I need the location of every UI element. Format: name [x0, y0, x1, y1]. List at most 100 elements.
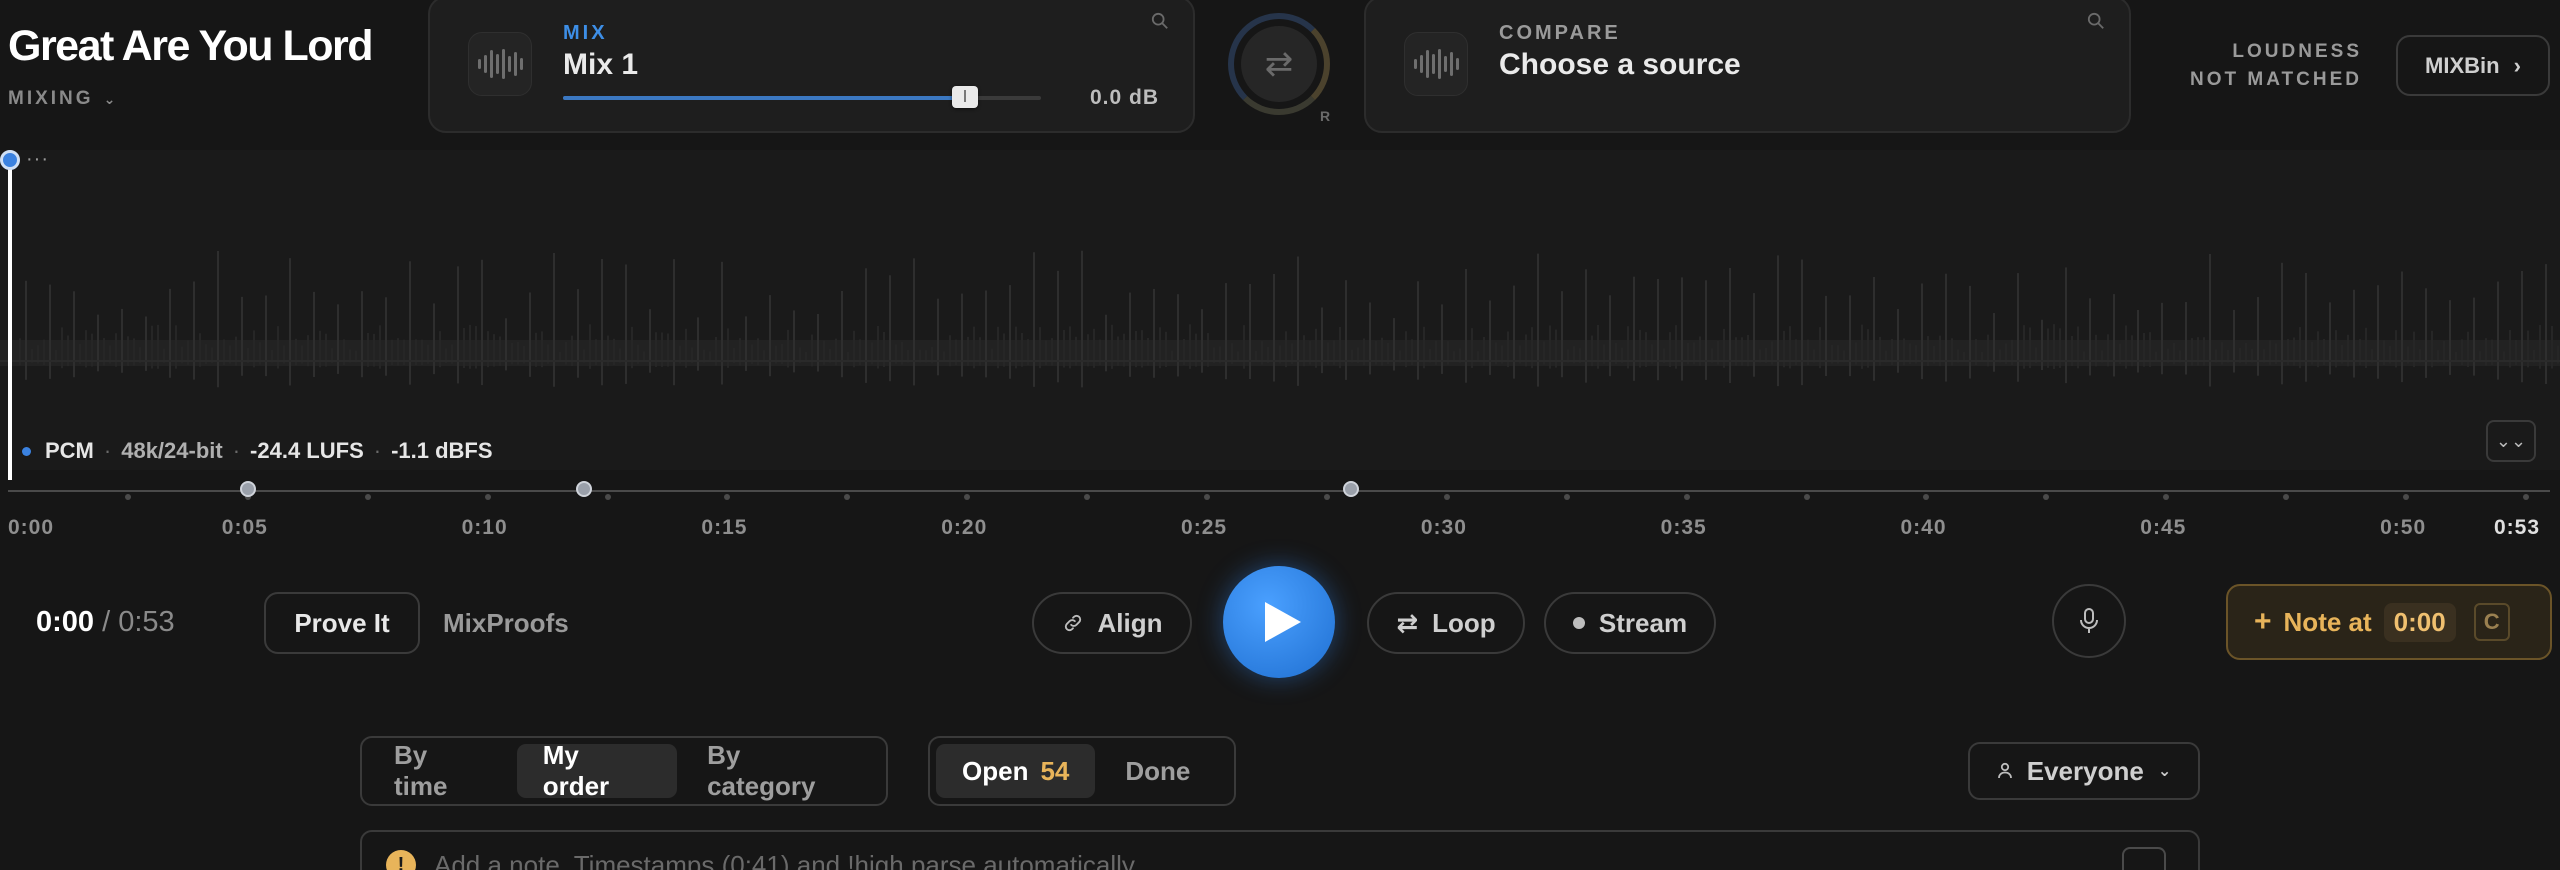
timeline-tick-label: 0:05 [221, 516, 268, 539]
open-count-badge: 54 [1040, 755, 1070, 786]
align-button[interactable]: Align [1032, 592, 1192, 654]
timeline-tick-label: 0:20 [941, 516, 988, 539]
gain-fader[interactable] [563, 86, 1041, 108]
timeline-tick-label: 0:00 [8, 516, 55, 539]
timeline-tick-label: 0:15 [701, 516, 748, 539]
swap-sources-button[interactable]: ⇄ [1228, 13, 1330, 115]
gain-fader-fill [563, 96, 965, 100]
timeline-tick-label: 0:30 [1420, 516, 1467, 539]
status-segmented-control: Open 54 Done [928, 736, 1236, 806]
timeline-minor-tick [1683, 494, 1690, 500]
prove-it-button[interactable]: Prove It [264, 592, 420, 654]
comment-marker[interactable] [239, 481, 256, 497]
timeline-minor-tick [1443, 494, 1450, 500]
timeline-minor-tick [1084, 494, 1091, 500]
comment-marker[interactable] [575, 481, 592, 497]
link-icon [1064, 614, 1081, 632]
status-open[interactable]: Open 54 [936, 744, 1096, 798]
sort-by-category[interactable]: By category [681, 740, 880, 801]
status-done[interactable]: Done [1099, 744, 1216, 798]
audience-dropdown[interactable]: Everyone ⌄ [1968, 742, 2200, 800]
timeline-end-label: 0:53 [2494, 516, 2541, 539]
mixbin-label: MIXBin [2425, 52, 2500, 78]
info-icon: ! [386, 850, 416, 870]
mix-name: Mix 1 [563, 48, 639, 81]
status-dot [22, 446, 31, 456]
prove-it-label: Prove It [294, 607, 390, 638]
timeline-minor-tick [2523, 494, 2530, 500]
waveform-icon [468, 32, 532, 96]
microphone-button[interactable] [2052, 584, 2126, 658]
timeline-minor-tick [964, 494, 971, 500]
timeline-minor-tick [724, 494, 731, 500]
sort-by-time[interactable]: By time [368, 740, 513, 801]
timeline-tick-label: 0:10 [461, 516, 508, 539]
timeline-tick-label: 0:50 [2380, 516, 2427, 539]
status-open-label: Open [962, 755, 1029, 786]
search-icon[interactable] [1151, 12, 1169, 30]
time-readout: 0:00 / 0:53 [36, 606, 175, 638]
timeline-minor-tick [604, 494, 611, 500]
chevron-down-icon: ⌄ [2157, 763, 2172, 780]
chevron-right-icon: › [2513, 52, 2521, 78]
comment-marker[interactable] [1342, 481, 1359, 497]
keyboard-shortcut: C [2473, 603, 2510, 641]
search-icon[interactable] [2087, 12, 2105, 30]
double-chevron-down-icon: ⌄⌄ [2495, 430, 2527, 451]
plus-icon: + [2254, 605, 2272, 638]
loudness-line2: NOT MATCHED [2190, 69, 2362, 90]
loudness-line1: LOUDNESS [2232, 41, 2362, 62]
sort-my-order[interactable]: My order [516, 740, 678, 801]
current-time: 0:00 [36, 606, 95, 638]
timeline-minor-tick [484, 494, 491, 500]
timeline-minor-tick [844, 494, 851, 500]
waveform[interactable] [0, 150, 2560, 470]
collapse-waveform-button[interactable]: ⌄⌄ [2486, 420, 2536, 462]
record-dot-icon [1572, 617, 1585, 629]
timeline-minor-tick [1803, 494, 1810, 500]
song-title: Great Are You Lord [8, 22, 374, 70]
mixproofs-link[interactable]: MixProofs [443, 608, 569, 639]
compare-name: Choose a source [1499, 48, 1741, 81]
audience-label: Everyone [2026, 755, 2144, 786]
timeline-minor-tick [1204, 494, 1211, 500]
format-info: PCM · 48k/24-bit · -24.4 LUFS · -1.1 dBF… [22, 438, 493, 464]
swap-icon: ⇄ [1241, 26, 1317, 102]
loop-button[interactable]: ⇄ Loop [1367, 592, 1525, 654]
swap-side-label: R [1320, 108, 1331, 124]
sort-segmented-control: By time My order By category [360, 736, 888, 806]
compare-kicker: COMPARE [1499, 22, 1621, 44]
format-peak: -1.1 dBFS [391, 438, 493, 463]
loudness-status: LOUDNESS NOT MATCHED [2170, 38, 2362, 94]
note-input[interactable] [434, 849, 2104, 870]
waveform-centerline [0, 360, 2560, 362]
chevron-down-icon: ⌄ [103, 90, 116, 107]
total-duration: 0:53 [118, 606, 175, 638]
add-note-button[interactable]: + Note at 0:00 C [2226, 584, 2552, 660]
waveform-graphic [0, 250, 2560, 388]
mix-kicker: MIX [563, 22, 608, 44]
gain-value: 0.0 dB [1090, 86, 1160, 109]
more-icon[interactable]: ··· [26, 148, 49, 171]
timeline-minor-tick [2283, 494, 2290, 500]
stream-button[interactable]: Stream [1544, 592, 1716, 654]
format-lufs: -24.4 LUFS [250, 438, 364, 463]
stage-dropdown[interactable]: MIXING ⌄ [8, 88, 115, 110]
mixbin-button[interactable]: MIXBin › [2396, 35, 2550, 96]
compare-source-card[interactable]: COMPARE Choose a source [1364, 0, 2131, 133]
note-input-bar: ! [360, 830, 2200, 870]
note-label: Note at [2283, 606, 2372, 637]
format-rate: 48k/24-bit [121, 438, 223, 463]
mix-source-card[interactable]: MIX Mix 1 0.0 dB [428, 0, 1195, 133]
gain-fader-knob[interactable] [952, 86, 978, 108]
microphone-icon [2080, 608, 2098, 633]
stream-label: Stream [1598, 607, 1688, 638]
loop-icon: ⇄ [1396, 607, 1419, 638]
timeline-minor-tick [1563, 494, 1570, 500]
timeline-minor-tick [124, 494, 131, 500]
scrub-timeline[interactable] [8, 490, 2550, 492]
expand-input-button[interactable] [2122, 847, 2166, 870]
timeline-tick-label: 0:40 [1900, 516, 1947, 539]
play-button[interactable] [1223, 566, 1335, 678]
playhead-handle[interactable] [0, 150, 20, 170]
